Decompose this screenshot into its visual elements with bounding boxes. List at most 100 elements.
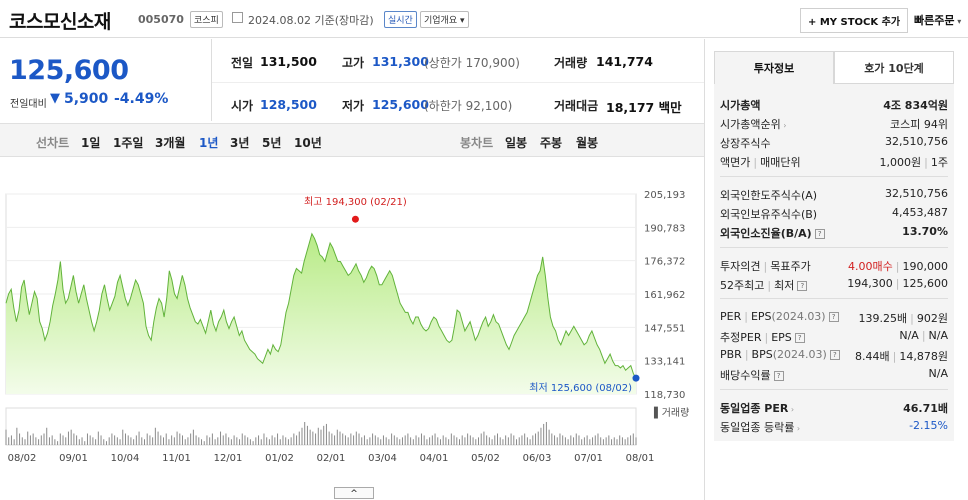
- bps-period: (2024.03): [772, 348, 827, 361]
- divider: |: [744, 310, 748, 323]
- cap-rank-row: 시가총액순위 › 코스피 94위: [720, 116, 948, 132]
- foreign-hold-label: 외국인보유주식수(B): [720, 208, 818, 221]
- quick-order-button[interactable]: 빠른주문 ▾: [914, 12, 961, 28]
- company-overview-button[interactable]: 기업개요 ▾: [420, 11, 469, 28]
- open-label: 시가: [231, 99, 254, 113]
- period-3y[interactable]: 3년: [230, 134, 249, 151]
- divider: |: [744, 348, 749, 361]
- help-icon[interactable]: ?: [828, 312, 839, 322]
- per-wrap: 139.25배 | 902원: [859, 310, 948, 326]
- cap-rank-label[interactable]: 시가총액순위: [720, 118, 781, 131]
- divider: |: [895, 277, 900, 290]
- upper-limit: (상한가 170,900): [424, 56, 520, 70]
- x-tick-label: 11/01: [162, 453, 191, 464]
- x-tick-label: 09/01: [59, 453, 88, 464]
- opinion-row: 투자의견 | 목표주가 4.00매수 | 190,000: [720, 258, 948, 274]
- my-stock-add-button[interactable]: + MY STOCK 추가: [800, 8, 909, 33]
- foreign-ratio-value: 13.70%: [902, 225, 948, 238]
- bar-chart-label: 봉차트: [460, 136, 494, 150]
- industry-change-row: 동일업종 등락률 › -2.15%: [720, 419, 948, 435]
- period-1w[interactable]: 1주일: [113, 134, 143, 151]
- market-badge: 코스피: [190, 11, 223, 28]
- period-5y[interactable]: 5년: [262, 134, 281, 151]
- help-icon[interactable]: ?: [814, 229, 825, 239]
- open-value: 128,500: [260, 97, 317, 112]
- x-tick-label: 01/02: [265, 453, 294, 464]
- x-tick-label: 02/01: [317, 453, 346, 464]
- divider-line: [720, 298, 948, 299]
- period-10y[interactable]: 10년: [294, 134, 322, 151]
- w52-high-value: 194,300: [847, 277, 893, 290]
- div-label: 배당수익률: [720, 369, 771, 382]
- y-tick-label: 190,783: [644, 223, 685, 234]
- divider-line: [720, 247, 948, 248]
- x-tick-label: 04/01: [420, 453, 449, 464]
- industry-per-row: 동일업종 PER › 46.71배: [720, 400, 948, 416]
- pbr-row: PBR | BPS(2024.03)? 8.44배 | 14,878원: [720, 348, 948, 363]
- quick-order-label: 빠른주문: [914, 14, 955, 27]
- pbr-label: PBR: [720, 348, 742, 361]
- opinion-label: 투자의견: [720, 260, 761, 273]
- est-eps-label: EPS: [771, 331, 792, 344]
- calendar-icon: [232, 12, 243, 23]
- w52-high-label: 52주최고: [720, 279, 765, 292]
- tab-order-book[interactable]: 호가 10단계: [834, 51, 954, 84]
- opinion-value: 4.00매수: [848, 260, 893, 273]
- price-chart[interactable]: 205,193 190,783 176,372 161,962 147,551 133,1…: [0, 158, 704, 492]
- high-label: 최고 194,300 (02/21): [304, 196, 407, 208]
- w52-row: 52주최고 | 최저? 194,300 | 125,600: [720, 277, 948, 293]
- est-per-row: 추정PER | EPS? N/A | N/A: [720, 329, 948, 345]
- divider-line: [720, 176, 948, 177]
- y-tick-label: 118,730: [644, 390, 685, 401]
- change-value: 5,900: [64, 91, 109, 107]
- help-icon[interactable]: ?: [797, 281, 808, 291]
- period-daily[interactable]: 일봉: [505, 134, 527, 151]
- par-label: 액면가: [720, 156, 751, 169]
- low-value: 125,600: [372, 97, 429, 112]
- eps-period: (2024.03): [771, 310, 826, 323]
- x-tick-label: 10/04: [111, 453, 140, 464]
- volume-label: ▌거래량: [653, 406, 689, 419]
- divider: |: [924, 156, 928, 169]
- stock-name: 코스모신소재: [9, 11, 111, 33]
- change-label: 전일대비: [10, 99, 47, 110]
- shares-label: 상장주식수: [720, 137, 771, 150]
- w52-low-label: 최저: [774, 279, 795, 292]
- pbr-value: 8.44배: [855, 350, 890, 363]
- period-1d[interactable]: 1일: [81, 134, 100, 151]
- shares-value: 32,510,756: [885, 135, 948, 148]
- industry-change-label[interactable]: 동일업종 등락률: [720, 421, 794, 434]
- est-eps-value: N/A: [928, 329, 948, 342]
- help-icon[interactable]: ?: [773, 371, 784, 381]
- period-nav: 선차트 1일 1주일 3개월 1년 3년 5년 10년 봉차트 일봉 주봉 월봉: [0, 123, 704, 157]
- tab-order-book-label: 호가 10단계: [864, 62, 924, 75]
- market-cap-label: 시가총액: [720, 99, 761, 112]
- y-tick-label: 147,551: [644, 323, 685, 334]
- shares-row: 상장주식수 32,510,756: [720, 135, 948, 151]
- industry-per-label[interactable]: 동일업종 PER: [720, 402, 788, 415]
- summary: 전일 131,500 고가 131,300 (상한가 170,900) 거래량 …: [212, 39, 704, 121]
- foreign-hold-value: 4,453,487: [892, 206, 948, 219]
- realtime-badge[interactable]: 실시간: [384, 11, 417, 28]
- div-value: N/A: [928, 367, 948, 380]
- period-1y-active[interactable]: 1년: [199, 134, 218, 151]
- period-monthly[interactable]: 월봉: [576, 134, 598, 151]
- help-icon[interactable]: ?: [794, 333, 805, 343]
- help-icon[interactable]: ?: [829, 350, 840, 360]
- tab-invest-info[interactable]: 투자정보: [714, 51, 834, 84]
- expand-chart-button[interactable]: ^: [334, 487, 374, 499]
- low-marker: [632, 374, 640, 382]
- foreign-ratio-row: 외국인소진율(B/A)? 13.70%: [720, 225, 948, 241]
- period-weekly[interactable]: 주봉: [540, 134, 562, 151]
- opinion-wrap: 4.00매수 | 190,000: [848, 258, 948, 274]
- amount-value: 18,177 백만: [606, 100, 682, 115]
- period-3m[interactable]: 3개월: [155, 134, 185, 151]
- chevron-down-icon: ▾: [954, 17, 962, 26]
- foreign-limit-row: 외국인한도주식수(A) 32,510,756: [720, 187, 948, 203]
- company-overview-label: 기업개요: [424, 16, 458, 26]
- header: 코스모신소재 005070 코스피 2024.08.02 기준(장마감) 실시간…: [0, 0, 968, 38]
- w52-low-value: 125,600: [902, 277, 949, 290]
- target-label: 목표주가: [770, 260, 811, 273]
- prev-close-label: 전일: [231, 56, 254, 70]
- chevron-right-icon: ›: [780, 121, 787, 130]
